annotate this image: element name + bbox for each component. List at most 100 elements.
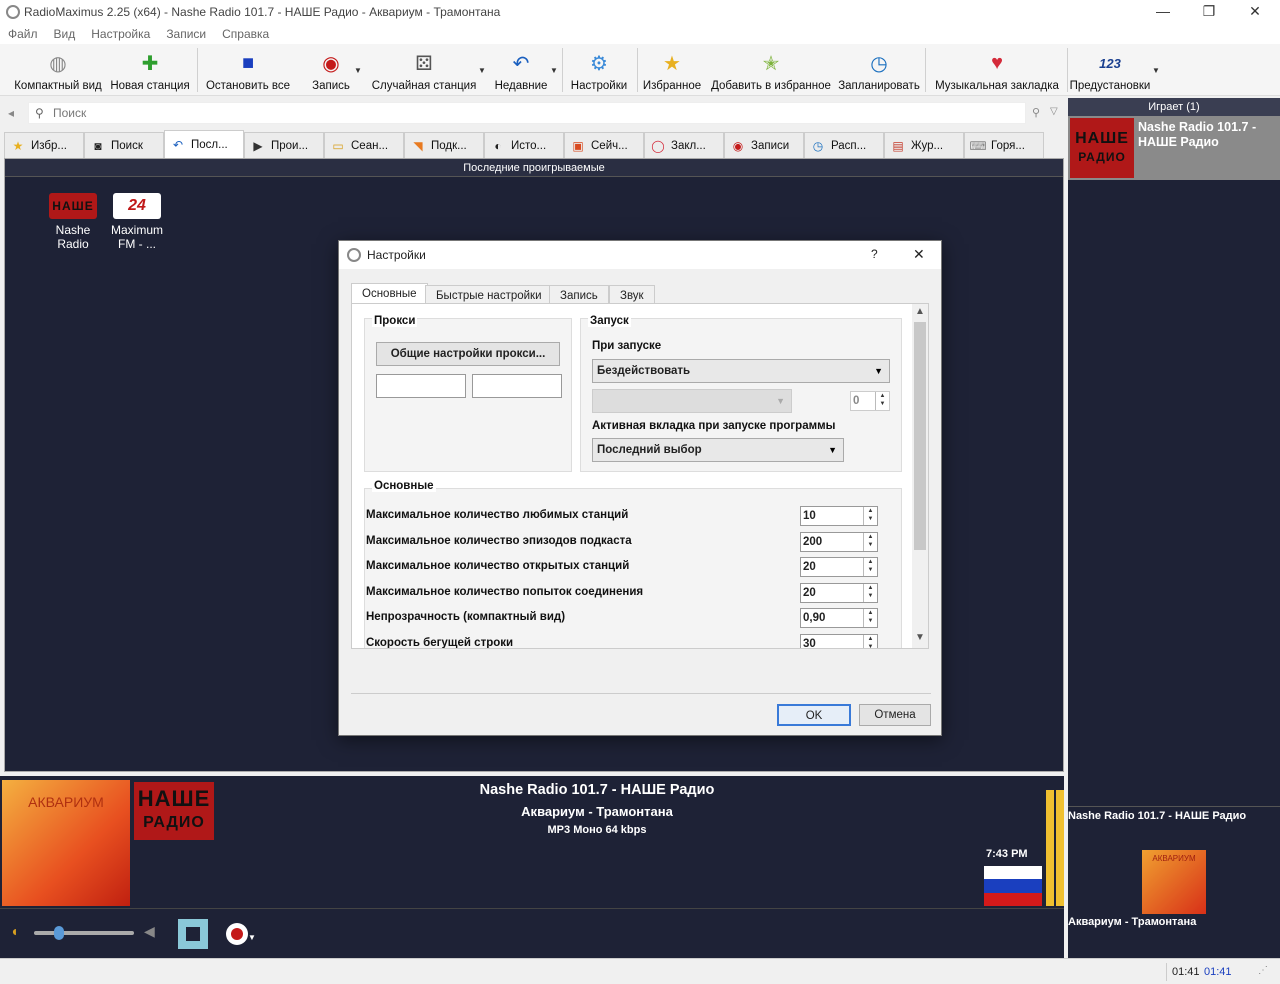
ok-button[interactable]: OK — [777, 704, 851, 726]
spinner-arrows-icon[interactable]: ▲ ▼ — [863, 634, 877, 648]
bottom-station-name: Nashe Radio 101.7 - НАШЕ Радио — [1068, 810, 1247, 822]
toolbar-gear-button[interactable]: ⚙ Настройки — [564, 48, 634, 94]
dropdown-arrow-icon[interactable]: ▼ — [550, 66, 558, 75]
spinner-arrows-icon[interactable]: ▲ ▼ — [863, 558, 877, 576]
keyboard-icon: ⌨ — [969, 138, 987, 153]
filter-icon[interactable]: ▽ — [1050, 106, 1058, 117]
setting-spinner[interactable]: 10 ▲ ▼ — [800, 506, 878, 526]
scrollbar[interactable]: ▲ ▼ — [912, 304, 928, 648]
restore-button[interactable]: ❐ — [1186, 0, 1232, 24]
volume-slider[interactable] — [34, 926, 134, 940]
spinner-arrows-icon[interactable]: ▲ ▼ — [863, 609, 877, 627]
tab-history[interactable]: ◐ Исто... — [484, 132, 564, 158]
toolbar-clock-button[interactable]: ◷ Запланировать — [836, 48, 922, 94]
search-go-icon[interactable]: ⚲ — [1032, 106, 1040, 119]
tab-record[interactable]: Запись — [549, 285, 609, 305]
record-dropdown-icon[interactable]: ▼ — [248, 933, 256, 942]
bottom-track-name: Аквариум - Трамонтана — [1068, 916, 1197, 928]
toolbar-plus-button[interactable]: ✚ Новая станция — [106, 48, 194, 94]
tab-quick-settings[interactable]: Быстрые настройки — [425, 285, 553, 305]
tab-folder[interactable]: ▭ Сеан... — [324, 132, 404, 158]
stop-icon — [186, 927, 200, 941]
setting-label: Скорость бегущей строки — [366, 636, 514, 649]
proxy-settings-button[interactable]: Общие настройки прокси... — [376, 342, 560, 366]
playing-item[interactable]: НАШЕ РАДИО Nashe Radio 101.7 - НАШЕ Ради… — [1068, 116, 1280, 180]
proxy-host-input[interactable] — [376, 374, 466, 398]
toolbar-heart-plus-button[interactable]: ♥ Музыкальная закладка — [930, 48, 1064, 94]
clock: 7:43 PM — [986, 848, 1028, 860]
tab-general[interactable]: Основные — [351, 283, 428, 305]
menu-file[interactable]: Файл — [8, 27, 38, 41]
dropdown-arrow-icon[interactable]: ▼ — [1152, 66, 1160, 75]
toolbar-compact-view-button[interactable]: ◍ Компактный вид — [8, 48, 108, 94]
active-tab-select[interactable]: Последний выбор ▼ — [592, 438, 844, 462]
dropdown-arrow-icon[interactable]: ▼ — [478, 66, 486, 75]
tab-bookmark[interactable]: ◯ Закл... — [644, 132, 724, 158]
tab-sound[interactable]: Звук — [609, 285, 655, 305]
close-button[interactable]: ✕ — [1232, 0, 1278, 24]
scroll-up-icon[interactable]: ▲ — [915, 306, 925, 317]
toolbar-dice-button[interactable]: ⚄ Случайная станция — [366, 48, 482, 94]
search-input[interactable]: ⚲ Поиск — [28, 102, 1026, 124]
scroll-down-icon[interactable]: ▼ — [915, 632, 925, 643]
toolbar-undo-arrow-button[interactable]: ↶ Недавние — [488, 48, 554, 94]
setting-spinner[interactable]: 0,90 ▲ ▼ — [800, 608, 878, 628]
toolbar-star-plus-button[interactable]: ✭ Добавить в избранное — [708, 48, 834, 94]
record-icon: ◉ — [322, 52, 340, 75]
tab-recent[interactable]: ↶ Посл... — [164, 130, 244, 158]
proxy-group-title: Прокси — [372, 315, 418, 327]
back-arrow-icon[interactable]: ◂ — [8, 106, 14, 120]
resize-grip-icon: ⋰ — [1258, 965, 1268, 976]
setting-spinner[interactable]: 200 ▲ ▼ — [800, 531, 878, 552]
toolbar-label: Настройки — [570, 80, 628, 92]
toolbar-stop-all-button[interactable]: ■ Остановить все — [200, 48, 296, 94]
tab-log[interactable]: ▤ Жур... — [884, 132, 964, 158]
toolbar-label: Недавние — [494, 80, 548, 92]
setting-spinner[interactable]: 30 ▲ ▼ — [800, 633, 878, 648]
help-button[interactable]: ? — [871, 247, 878, 261]
toolbar-record-button[interactable]: ◉ Запись — [304, 48, 358, 94]
menu-view[interactable]: Вид — [54, 27, 76, 41]
star-icon: ★ — [663, 52, 681, 75]
menu-help[interactable]: Справка — [222, 27, 269, 41]
toolbar-star-button[interactable]: ★ Избранное — [640, 48, 704, 94]
search-icon: ⚲ — [35, 106, 44, 120]
playing-item-title: Nashe Radio 101.7 - НАШЕ Радио — [1138, 120, 1257, 149]
station-nashe-radio[interactable]: НАШЕ Nashe Radio — [41, 193, 105, 251]
tab-record[interactable]: ◉ Записи — [724, 132, 804, 158]
tab-play[interactable]: ▶ Прои... — [244, 132, 324, 158]
tab-schedule[interactable]: ◷ Расп... — [804, 132, 884, 158]
scrollbar-thumb[interactable] — [914, 322, 926, 550]
toolbar-separator — [925, 48, 926, 92]
speaker-icon[interactable]: ◀ — [144, 923, 155, 940]
tab-rss[interactable]: ◥ Подк... — [404, 132, 484, 158]
stop-button[interactable] — [178, 919, 208, 949]
station-maximum-fm[interactable]: 24 Maximum FM - ... — [105, 193, 169, 253]
volume-thumb[interactable] — [54, 926, 64, 940]
compact-view-icon: ◍ — [49, 52, 67, 75]
setting-spinner[interactable]: 20 ▲ ▼ — [800, 582, 878, 603]
album-art: АКВАРИУМ — [2, 780, 130, 906]
menu-recordings[interactable]: Записи — [166, 27, 206, 41]
cancel-button[interactable]: Отмена — [859, 704, 931, 726]
plus-icon: ✚ — [141, 52, 159, 75]
spinner-arrows-icon[interactable]: ▲ ▼ — [863, 583, 877, 602]
equalizer-icon[interactable]: ◖ — [10, 923, 18, 939]
spinner-arrows-icon[interactable]: ▲ ▼ — [863, 507, 877, 525]
on-start-select[interactable]: Бездействовать ▼ — [592, 359, 890, 383]
setting-spinner[interactable]: 20 ▲ ▼ — [800, 557, 878, 577]
minimize-button[interactable]: — — [1140, 0, 1186, 24]
tab-star[interactable]: ★ Избр... — [4, 132, 84, 158]
menu-settings[interactable]: Настройка — [91, 27, 150, 41]
clock-icon: ◷ — [870, 52, 888, 75]
tab-keyboard[interactable]: ⌨ Горя... — [964, 132, 1044, 158]
proxy-port-input[interactable] — [472, 374, 562, 398]
dialog-close-button[interactable]: ✕ — [913, 246, 925, 263]
record-button[interactable] — [226, 923, 248, 945]
spinner-arrows-icon[interactable]: ▲ ▼ — [863, 532, 877, 551]
dropdown-arrow-icon[interactable]: ▼ — [354, 66, 362, 75]
tab-now[interactable]: ▣ Сейч... — [564, 132, 644, 158]
tab-search[interactable]: ◙ Поиск — [84, 132, 164, 158]
now-playing-station: Nashe Radio 101.7 - НАШЕ Радио — [479, 782, 715, 798]
toolbar-presets-123-button[interactable]: 123 Предустановки — [1064, 48, 1156, 94]
